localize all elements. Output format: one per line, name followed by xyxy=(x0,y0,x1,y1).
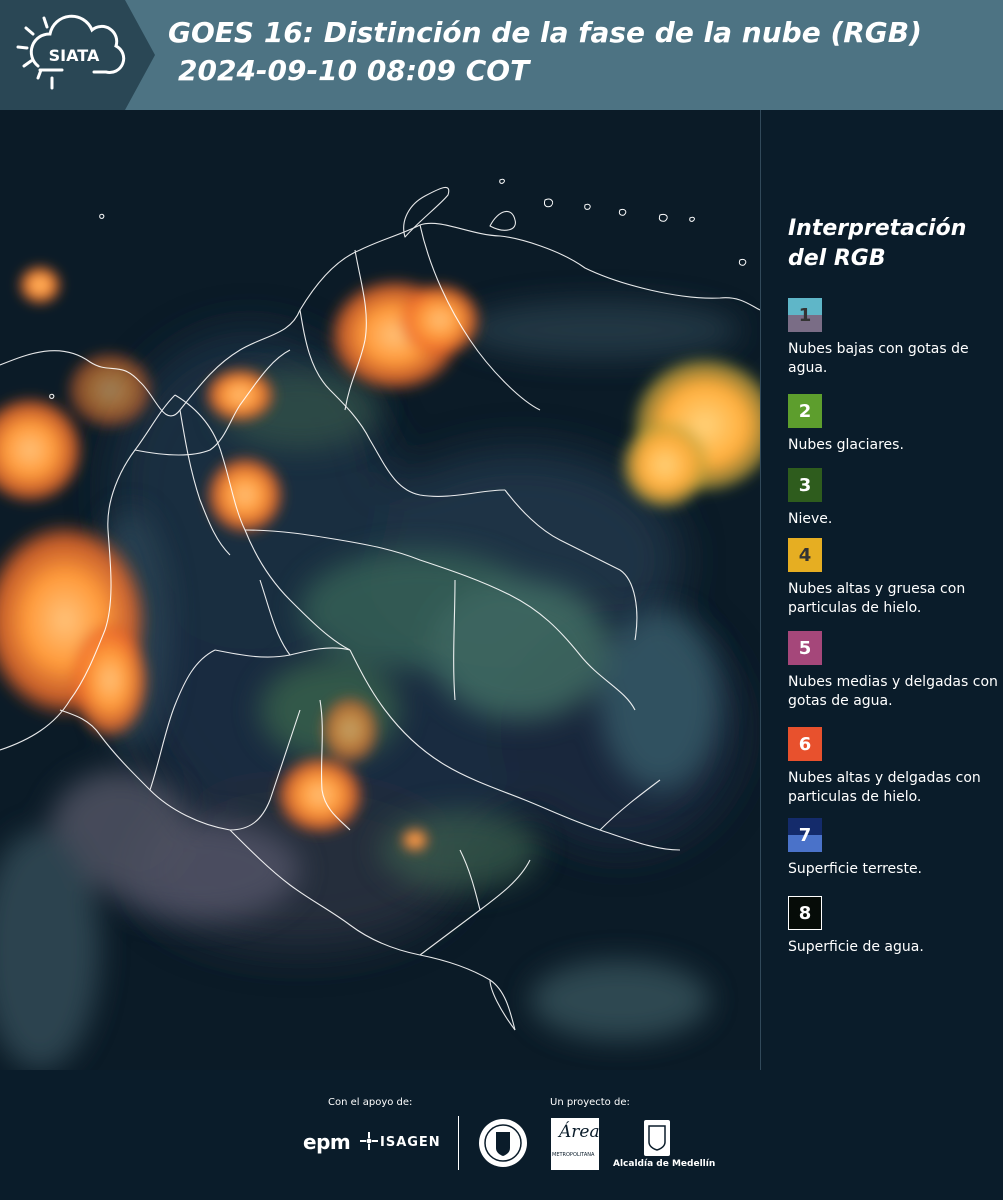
area-logo-sub: METROPOLITANA xyxy=(552,1152,595,1158)
footer: Con el apoyo de: Un proyecto de: epm ISA… xyxy=(0,1070,1003,1200)
title-line-2: 2024-09-10 08:09 COT xyxy=(178,54,530,87)
legend-swatch: 5 xyxy=(788,631,822,665)
legend-number: 7 xyxy=(798,824,812,846)
legend-item: 6 Nubes altas y delgadas con particulas d… xyxy=(788,727,998,807)
legend-label: Nubes bajas con gotas de agua. xyxy=(788,341,969,376)
page-title: GOES 16: Distinción de la fase de la nub… xyxy=(168,14,922,90)
epm-logo: epm xyxy=(303,1130,351,1154)
alcaldia-label: Alcaldía de Medellín xyxy=(613,1159,716,1169)
legend-item: 1 Nubes bajas con gotas de agua. xyxy=(788,298,998,378)
isagen-label: ISAGEN xyxy=(380,1135,441,1150)
medellin-seal xyxy=(478,1118,528,1173)
isagen-icon xyxy=(360,1132,378,1150)
header: SIATA GOES 16: Distinción de la fase de … xyxy=(0,0,1003,110)
legend-number: 5 xyxy=(798,637,812,659)
legend-title-line-1: Interpretación xyxy=(788,216,967,241)
side-divider xyxy=(760,110,761,1070)
legend-swatch: 8 xyxy=(788,896,822,930)
legend-number: 1 xyxy=(798,304,812,326)
legend-title-line-2: del RGB xyxy=(788,246,886,271)
legend-item: 2 Nubes glaciares. xyxy=(788,394,998,455)
legend-swatch: 1 xyxy=(788,298,822,332)
legend-label: Nubes altas y gruesa con particulas de h… xyxy=(788,581,966,616)
legend-number: 8 xyxy=(798,902,812,924)
area-logo-wordmark: Área xyxy=(559,1122,600,1142)
legend-label: Nieve. xyxy=(788,511,833,527)
legend: Interpretación del RGB xyxy=(788,214,993,294)
legend-item: 4 Nubes altas y gruesa con particulas de … xyxy=(788,538,998,618)
project-label: Un proyecto de: xyxy=(550,1097,630,1108)
isagen-logo xyxy=(360,1132,378,1155)
support-label: Con el apoyo de: xyxy=(328,1097,413,1108)
siata-logo: SIATA xyxy=(0,0,155,110)
legend-label: Superficie terreste. xyxy=(788,861,923,877)
legend-label: Superficie de agua. xyxy=(788,939,924,955)
legend-number: 3 xyxy=(798,474,812,496)
legend-number: 6 xyxy=(798,733,812,755)
legend-item: 3 Nieve. xyxy=(788,468,998,529)
satellite-map[interactable] xyxy=(0,110,780,1070)
siata-logo-text: SIATA xyxy=(49,46,100,65)
legend-label: Nubes altas y delgadas con particulas de… xyxy=(788,770,981,805)
legend-item: 5 Nubes medias y delgadas con gotas de ag… xyxy=(788,631,998,711)
legend-item: 7 Superficie terreste. xyxy=(788,818,998,879)
legend-number: 2 xyxy=(798,400,812,422)
legend-label: Nubes glaciares. xyxy=(788,437,904,453)
legend-item: 8 Superficie de agua. xyxy=(788,896,998,957)
legend-label: Nubes medias y delgadas con gotas de agu… xyxy=(788,674,998,709)
legend-swatch: 7 xyxy=(788,818,822,852)
legend-swatch: 2 xyxy=(788,394,822,428)
legend-number: 4 xyxy=(798,544,812,566)
legend-swatch: 4 xyxy=(788,538,822,572)
title-line-1: GOES 16: Distinción de la fase de la nub… xyxy=(168,16,922,49)
legend-swatch: 3 xyxy=(788,468,822,502)
legend-swatch: 6 xyxy=(788,727,822,761)
alcaldia-crest xyxy=(642,1118,672,1163)
legend-title: Interpretación del RGB xyxy=(788,214,993,274)
footer-divider xyxy=(458,1116,459,1170)
area-metropolitana-logo: Área METROPOLITANA xyxy=(551,1118,600,1170)
